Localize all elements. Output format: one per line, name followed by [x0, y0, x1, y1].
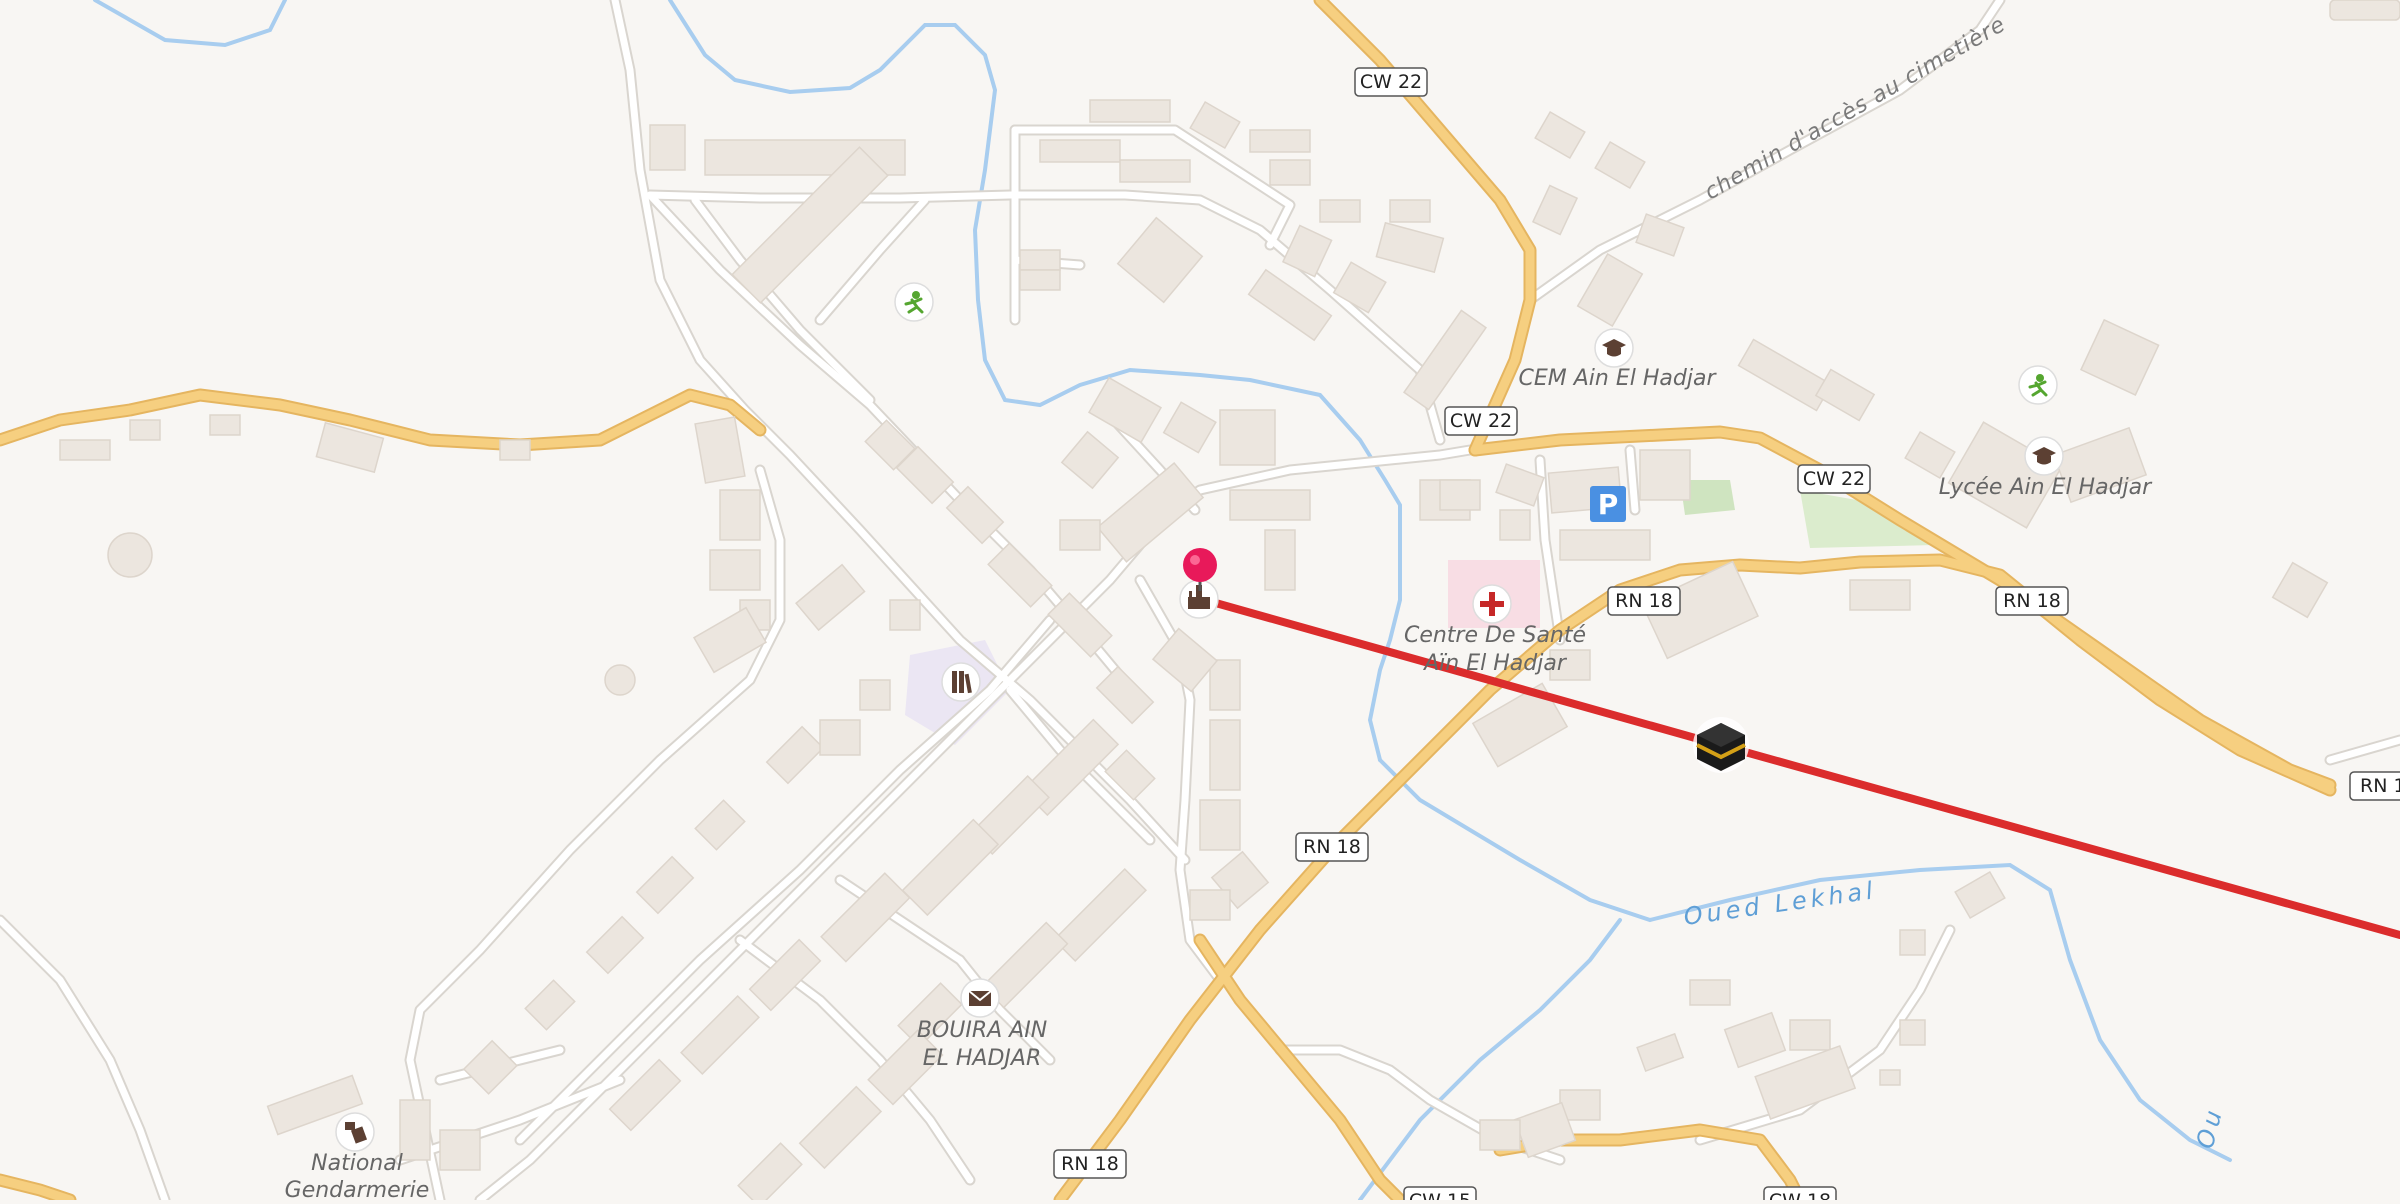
poi-label-cem: CEM Ain El Hadjar — [1519, 366, 1718, 391]
road-shield-rn18-center: RN 18 — [1607, 586, 1681, 616]
svg-text:CW 15: CW 15 — [1409, 1190, 1471, 1200]
poi-label-centre-sante-2: Aïn El Hadjar — [1422, 651, 1568, 676]
svg-text:CW 22: CW 22 — [1803, 468, 1865, 490]
road-shield-rn18-bottom: RN 18 — [1053, 1149, 1127, 1179]
svg-text:P: P — [1598, 488, 1619, 521]
poi-label-gendarmerie-1: National — [311, 1151, 403, 1176]
svg-text:RN 18: RN 18 — [1615, 590, 1673, 612]
poi-label-gendarmerie-2: Gendarmerie — [285, 1178, 430, 1200]
post-office-icon[interactable] — [960, 978, 1000, 1018]
poi-label-lycee: Lycée Ain El Hadjar — [1939, 475, 2153, 500]
road-shield-rn18-lower: RN 18 — [1295, 832, 1369, 862]
map-view[interactable]: CW 22 CW 22 CW 22 RN 18 RN 18 RN 18 RN 1… — [0, 0, 2400, 1204]
road-shield-cw22-top: CW 22 — [1354, 67, 1428, 97]
road-shield-cw22-mid: CW 22 — [1444, 406, 1518, 436]
kaaba-icon[interactable] — [1693, 717, 1749, 773]
soccer-icon[interactable] — [2018, 365, 2058, 405]
road-shield-cw15-bottom: CW 15 — [1403, 1186, 1477, 1204]
road-shield-rn18-right: RN 18 — [1995, 586, 2069, 616]
police-icon[interactable] — [335, 1112, 375, 1152]
svg-text:RN 18: RN 18 — [2003, 590, 2061, 612]
svg-text:CW 22: CW 22 — [1450, 410, 1512, 432]
school-icon[interactable] — [2024, 436, 2064, 476]
road-shield-cw22-right: CW 22 — [1797, 464, 1871, 494]
svg-text:RN 18: RN 18 — [1061, 1153, 1119, 1175]
svg-text:RN 18: RN 18 — [1303, 836, 1361, 858]
svg-text:CW 18: CW 18 — [1769, 1190, 1831, 1200]
svg-text:RN 1: RN 1 — [2360, 775, 2400, 797]
poi-label-post-2: EL HADJAR — [923, 1046, 1042, 1071]
school-icon[interactable] — [1594, 328, 1634, 368]
parking-icon[interactable]: P — [1590, 486, 1626, 522]
library-icon[interactable] — [941, 662, 981, 702]
poi-label-post-1: BOUIRA AIN — [917, 1018, 1047, 1043]
svg-text:CW 22: CW 22 — [1360, 71, 1422, 93]
hospital-icon[interactable] — [1472, 584, 1512, 624]
poi-label-centre-sante-1: Centre De Santé — [1404, 623, 1586, 648]
soccer-icon[interactable] — [894, 282, 934, 322]
road-shield-cw18-bottom: CW 18 — [1763, 1186, 1837, 1204]
road-shield-rn1-edge: RN 1 — [2349, 771, 2400, 801]
